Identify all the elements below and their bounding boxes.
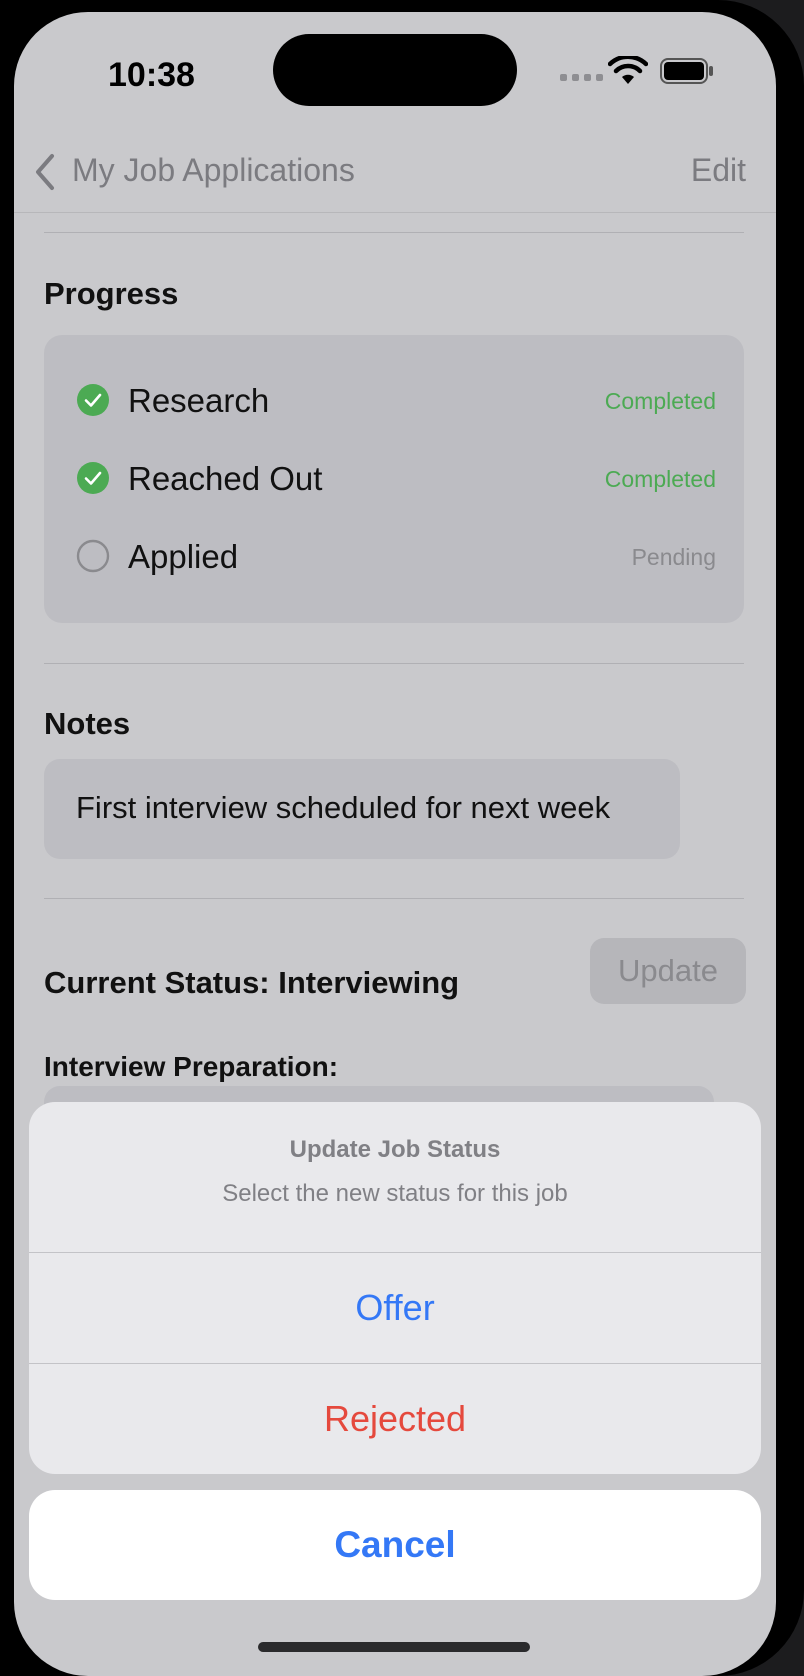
progress-title: Progress <box>44 276 179 311</box>
empty-circle-icon <box>76 539 110 573</box>
back-button[interactable]: My Job Applications <box>72 152 355 189</box>
notes-title: Notes <box>44 706 131 741</box>
divider <box>44 663 744 664</box>
cancel-button[interactable]: Cancel <box>29 1490 761 1600</box>
status-time: 10:38 <box>108 56 195 94</box>
action-sheet: Update Job Status Select the new status … <box>29 1102 761 1474</box>
step-status: Pending <box>631 544 716 570</box>
progress-step-reached-out[interactable]: Reached Out Completed <box>76 460 716 500</box>
notes-text: First interview scheduled for next week <box>76 790 611 825</box>
divider <box>44 898 744 899</box>
divider <box>44 232 744 233</box>
action-sheet-title: Update Job Status <box>289 1136 501 1163</box>
notes-box[interactable]: First interview scheduled for next week <box>44 759 680 859</box>
step-status: Completed <box>604 388 716 414</box>
rejected-button[interactable]: Rejected <box>29 1364 761 1474</box>
edge-chevron-icon: ‹ <box>782 8 790 33</box>
screen: 10:38 My Job Applications Edit Progress <box>14 12 776 1676</box>
offer-button[interactable]: Offer <box>29 1253 761 1364</box>
battery-icon <box>660 58 713 84</box>
progress-step-applied[interactable]: Applied Pending <box>76 538 716 578</box>
back-chevron-icon[interactable] <box>32 152 58 192</box>
step-label: Applied <box>128 538 239 575</box>
step-label: Research <box>128 382 270 419</box>
action-sheet-message: Select the new status for this job <box>222 1180 568 1207</box>
edit-button[interactable]: Edit <box>691 152 746 189</box>
progress-card: Research Completed Reached Out Completed… <box>44 335 744 623</box>
cellular-signal-icon <box>560 74 603 81</box>
current-status: Current Status: Interviewing <box>44 965 460 1000</box>
interview-preparation-label: Interview Preparation: <box>44 1051 339 1082</box>
step-status: Completed <box>604 466 716 492</box>
phone-frame: 10:38 My Job Applications Edit Progress <box>0 0 804 1676</box>
dynamic-island <box>273 34 517 106</box>
progress-step-research[interactable]: Research Completed <box>76 382 716 422</box>
home-indicator[interactable] <box>258 1642 530 1652</box>
navigation-bar: My Job Applications Edit <box>14 122 776 213</box>
checkmark-circle-icon <box>77 462 109 494</box>
checkmark-circle-icon <box>77 384 109 416</box>
wifi-icon <box>608 56 648 84</box>
action-sheet-header: Update Job Status Select the new status … <box>29 1102 761 1253</box>
step-label: Reached Out <box>128 460 323 497</box>
update-button[interactable]: Update <box>590 938 746 1004</box>
